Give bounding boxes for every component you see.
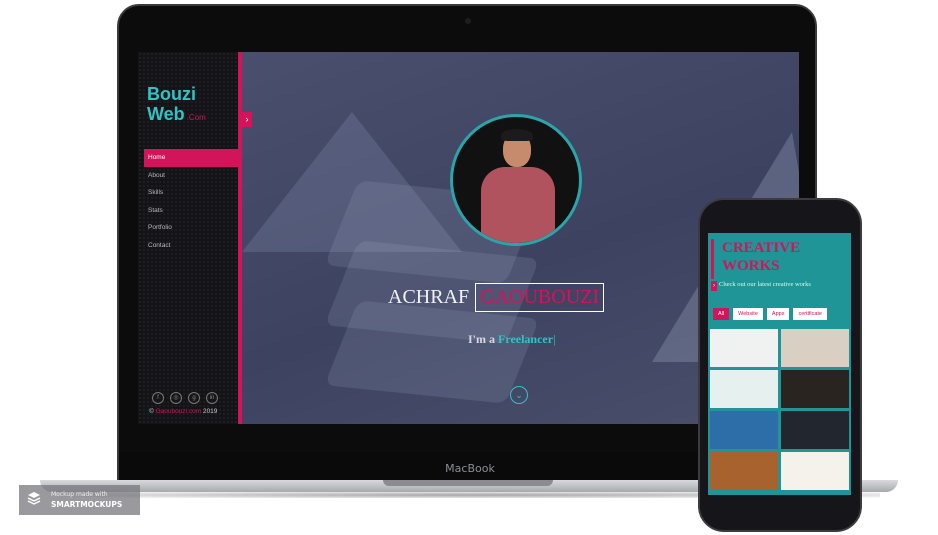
linkedin-icon[interactable]: in: [206, 392, 218, 404]
scroll-down-button[interactable]: ⌄: [510, 386, 528, 404]
watermark-line1: Mockup made with: [51, 491, 108, 498]
portfolio-filters: All Website Apps certificate: [713, 308, 827, 320]
copyright-symbol: ©: [149, 408, 154, 415]
nav-item-stats[interactable]: Stats: [144, 202, 240, 220]
filter-certificate[interactable]: certificate: [793, 308, 827, 320]
layers-watermark-icon-3: [324, 300, 540, 404]
portfolio-thumb[interactable]: [781, 370, 849, 408]
watermark-line2: SMARTMOCKUPS: [51, 500, 123, 509]
nav-item-skills[interactable]: Skills: [144, 184, 240, 202]
hero-first-name: ACHRAF: [388, 286, 470, 308]
creative-works-title: CREATIVE WORKS: [722, 239, 800, 275]
layers-icon: [27, 492, 41, 505]
portfolio-thumb[interactable]: [710, 329, 778, 367]
nav-item-about[interactable]: About: [144, 167, 240, 185]
brand-suffix: .Com: [186, 113, 206, 122]
instagram-icon[interactable]: ◎: [170, 392, 182, 404]
profile-photo: [450, 114, 582, 246]
phone-notch: [748, 202, 812, 216]
hero-tagline: I'm a Freelancer|: [468, 332, 555, 347]
tagline-prefix: I'm a: [468, 332, 495, 346]
site-logo[interactable]: Bouzi Web .Com: [147, 84, 206, 128]
phone-menu-toggle[interactable]: ›: [711, 281, 717, 291]
social-links: f ◎ g in: [152, 392, 218, 404]
camera-icon: [465, 18, 471, 24]
laptop-notch: [383, 480, 553, 486]
portfolio-thumb[interactable]: [710, 370, 778, 408]
copyright: © Gaoubouzi.com 2019: [149, 408, 217, 415]
brand-line1: Bouzi: [147, 84, 196, 104]
tagline-role: Freelancer: [498, 332, 554, 346]
sidebar-toggle-button[interactable]: ›: [242, 112, 252, 127]
title-line2: WORKS: [722, 258, 780, 274]
nav-item-contact[interactable]: Contact: [144, 237, 240, 255]
filter-apps[interactable]: Apps: [766, 308, 790, 320]
creative-works-accent: [711, 239, 714, 279]
nav-item-home[interactable]: Home: [144, 149, 240, 167]
sidebar: Bouzi Web .Com Home About Skills Stats Po…: [138, 52, 240, 424]
portfolio-grid: [710, 329, 849, 490]
sidebar-nav: Home About Skills Stats Portfolio Contac…: [144, 149, 240, 254]
phone-screen: CREATIVE WORKS › Check out our latest cr…: [708, 233, 851, 495]
filter-all[interactable]: All: [713, 308, 730, 320]
facebook-icon[interactable]: f: [152, 392, 164, 404]
google-plus-icon[interactable]: g: [188, 392, 200, 404]
laptop-brand-label: MacBook: [445, 462, 495, 475]
filter-website[interactable]: Website: [733, 308, 763, 320]
copyright-year: 2019: [202, 408, 218, 415]
copyright-site[interactable]: Gaoubouzi.com: [156, 408, 202, 415]
hero-last-name: GAOUBOUZI: [475, 283, 605, 312]
hero-name: ACHRAF GAOUBOUZI: [388, 283, 605, 312]
portfolio-thumb[interactable]: [781, 411, 849, 449]
portfolio-thumb[interactable]: [710, 411, 778, 449]
smartmockups-watermark: Mockup made with SMARTMOCKUPS: [19, 485, 140, 515]
typing-cursor: |: [553, 332, 556, 346]
title-line1: CREATIVE: [722, 240, 801, 256]
portfolio-thumb[interactable]: [781, 452, 849, 490]
portfolio-thumb[interactable]: [781, 329, 849, 367]
portfolio-thumb[interactable]: [710, 452, 778, 490]
creative-works-subtitle: Check out our latest creative works: [719, 281, 811, 288]
nav-item-portfolio[interactable]: Portfolio: [144, 219, 240, 237]
brand-line2: Web: [147, 104, 185, 124]
